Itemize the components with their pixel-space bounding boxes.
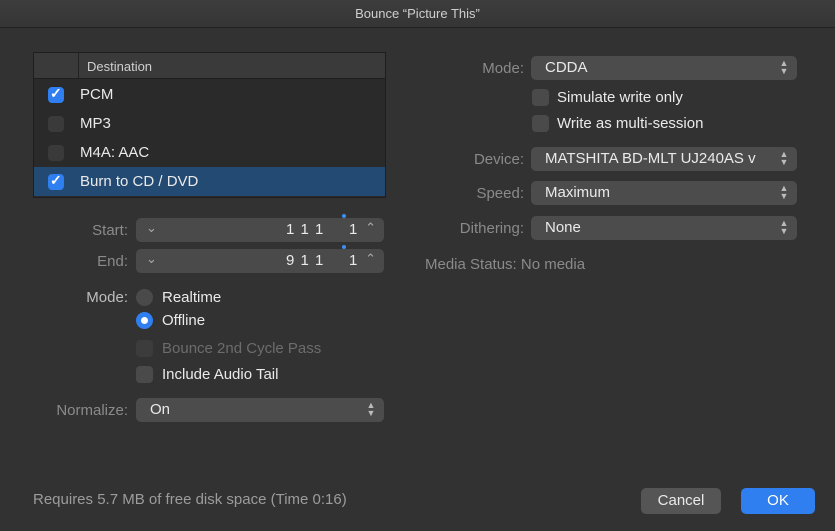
destination-label: PCM — [80, 86, 114, 103]
dithering-label: Dithering: — [459, 220, 524, 237]
start-field[interactable]: ⌄ 1 1 1 1 ⌃ — [136, 214, 384, 242]
burn-mode-popup[interactable]: CDDA ▲ ▼ — [531, 56, 797, 80]
m4a-checkbox[interactable] — [48, 145, 64, 161]
device-value: MATSHITA BD-MLT UJ240AS v — [545, 150, 756, 167]
chevron-up-icon[interactable]: ⌃ — [365, 251, 376, 267]
disk-space-info: Requires 5.7 MB of free disk space (Time… — [33, 491, 347, 508]
destination-row-m4a[interactable]: M4A: AAC — [34, 138, 385, 167]
speed-value: Maximum — [545, 184, 611, 201]
marker-dot — [342, 214, 346, 218]
end-label: End: — [97, 253, 128, 270]
offline-radio[interactable] — [136, 312, 153, 329]
updown-chevron-icon: ▲ ▼ — [779, 58, 789, 76]
updown-chevron-icon: ▲ ▼ — [779, 183, 789, 201]
destination-label: M4A: AAC — [80, 144, 150, 161]
chevron-down-icon[interactable]: ⌄ — [146, 220, 157, 236]
multisession-checkbox[interactable] — [532, 115, 549, 132]
bounce-2nd-cycle-label: Bounce 2nd Cycle Pass — [162, 340, 322, 357]
speed-popup[interactable]: Maximum ▲ ▼ — [531, 181, 797, 205]
pcm-checkbox[interactable] — [48, 85, 64, 103]
column-separator — [78, 53, 79, 79]
simulate-write-label[interactable]: Simulate write only — [557, 89, 683, 106]
chevron-down-icon[interactable]: ⌄ — [146, 251, 157, 267]
window-title: Bounce “Picture This” — [0, 0, 835, 28]
burn-checkbox[interactable] — [48, 172, 64, 190]
start-value: 1 1 1 — [286, 221, 325, 238]
speed-label: Speed: — [476, 185, 524, 202]
bounce-2nd-cycle-checkbox[interactable] — [136, 340, 153, 357]
normalize-label: Normalize: — [56, 402, 128, 419]
dithering-value: None — [545, 219, 581, 236]
include-audio-tail-checkbox[interactable] — [136, 366, 153, 383]
burn-mode-label: Mode: — [482, 60, 524, 77]
updown-chevron-icon: ▲ ▼ — [366, 400, 376, 418]
destination-row-mp3[interactable]: MP3 — [34, 109, 385, 138]
end-field[interactable]: ⌄ 9 1 1 1 ⌃ — [136, 245, 384, 273]
normalize-value: On — [150, 401, 171, 418]
destination-label: MP3 — [80, 115, 111, 132]
chevron-up-icon[interactable]: ⌃ — [365, 220, 376, 236]
start-label: Start: — [92, 222, 128, 239]
device-label: Device: — [473, 151, 524, 168]
normalize-popup[interactable]: On ▲ ▼ — [136, 398, 384, 422]
multisession-label[interactable]: Write as multi-session — [557, 115, 703, 132]
end-subvalue: 1 — [349, 252, 359, 269]
realtime-radio[interactable] — [136, 289, 153, 306]
destination-row-burn[interactable]: Burn to CD / DVD — [34, 167, 385, 196]
marker-dot — [342, 245, 346, 249]
cancel-button[interactable]: Cancel — [641, 488, 721, 514]
destination-label: Burn to CD / DVD — [80, 173, 199, 190]
offline-label[interactable]: Offline — [162, 312, 205, 329]
destination-row-pcm[interactable]: PCM — [34, 80, 385, 109]
device-popup[interactable]: MATSHITA BD-MLT UJ240AS v ▲ ▼ — [531, 147, 797, 171]
include-audio-tail-label[interactable]: Include Audio Tail — [162, 366, 278, 383]
burn-mode-value: CDDA — [545, 59, 588, 76]
media-status: Media Status: No media — [425, 256, 586, 273]
mp3-checkbox[interactable] — [48, 116, 64, 132]
dithering-popup[interactable]: None ▲ ▼ — [531, 216, 797, 240]
start-subvalue: 1 — [349, 221, 359, 238]
updown-chevron-icon: ▲ ▼ — [779, 149, 789, 167]
realtime-label[interactable]: Realtime — [162, 289, 221, 306]
destination-header-label: Destination — [87, 59, 153, 74]
updown-chevron-icon: ▲ ▼ — [779, 218, 789, 236]
end-value: 9 1 1 — [286, 252, 325, 269]
destination-table: Destination PCM MP3 M4A: AAC Burn to CD … — [33, 52, 386, 198]
destination-header: Destination — [34, 53, 385, 79]
bounce-mode-label: Mode: — [86, 289, 128, 306]
ok-button[interactable]: OK — [741, 488, 815, 514]
simulate-write-checkbox[interactable] — [532, 89, 549, 106]
